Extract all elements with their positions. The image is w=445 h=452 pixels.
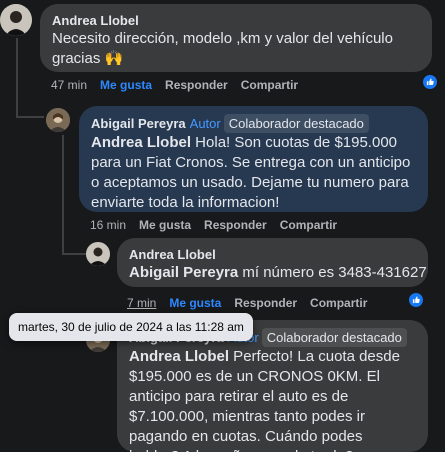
reply-button[interactable]: Responder [204, 218, 267, 232]
like-reaction-icon[interactable] [407, 291, 425, 309]
comment-author[interactable]: Abigail Pereyra [91, 116, 186, 131]
comment-actions: 47 min Me gusta Responder Compartir [51, 78, 311, 92]
comment-timestamp[interactable]: 7 min [127, 296, 156, 310]
top-contributor-badge: Colaborador destacado [261, 328, 407, 347]
thread-line-curve [16, 116, 44, 118]
author-badge: Autor [189, 116, 221, 131]
thread-line [62, 135, 64, 255]
share-button[interactable]: Compartir [280, 218, 337, 232]
comment-actions: 7 min Me gusta Responder Compartir [127, 296, 380, 310]
mention-link[interactable]: Andrea Llobel [91, 134, 191, 151]
comment-author[interactable]: Andrea Llobel [129, 246, 416, 263]
comment-text-wrap: Andrea Llobel Perfecto! La cuota desde $… [129, 347, 416, 452]
top-contributor-badge: Colaborador destacado [223, 114, 369, 133]
share-button[interactable]: Compartir [241, 78, 298, 92]
comment-bubble: Abigail PereyraAutorColaborador destacad… [79, 106, 428, 212]
comment-text: mí número es 3483-431627 [238, 264, 427, 281]
thread-line-curve [62, 253, 88, 255]
comment-text-wrap: Abigail Pereyra mí número es 3483-431627 [129, 263, 427, 283]
like-button[interactable]: Me gusta [169, 296, 221, 310]
comment-author[interactable]: Andrea Llobel [52, 12, 420, 29]
timestamp-tooltip: martes, 30 de julio de 2024 a las 11:28 … [9, 313, 253, 341]
avatar[interactable] [0, 4, 32, 36]
reply-button[interactable]: Responder [234, 296, 297, 310]
mention-link[interactable]: Andrea Llobel [129, 348, 229, 365]
comment-bubble: Andrea Llobel Abigail Pereyra mí número … [117, 238, 428, 287]
comment-bubble: Andrea Llobel Necesito dirección, modelo… [40, 4, 432, 72]
comment-timestamp[interactable]: 47 min [51, 78, 87, 92]
comment-text-wrap: Andrea Llobel Hola! Son cuotas de $195.0… [91, 133, 416, 213]
avatar[interactable] [86, 242, 110, 266]
like-reaction-icon[interactable] [421, 73, 439, 91]
like-button[interactable]: Me gusta [100, 78, 152, 92]
comment-timestamp[interactable]: 16 min [90, 218, 126, 232]
avatar[interactable] [46, 108, 70, 132]
comment-text: Necesito dirección, modelo ,km y valor d… [52, 30, 393, 67]
mention-link[interactable]: Abigail Pereyra [129, 264, 238, 281]
thread-line [16, 38, 18, 118]
like-button[interactable]: Me gusta [139, 218, 191, 232]
share-button[interactable]: Compartir [310, 296, 367, 310]
comment-author-line: Abigail PereyraAutorColaborador destacad… [91, 114, 416, 133]
comment-actions: 16 min Me gusta Responder Compartir [90, 218, 350, 232]
reply-button[interactable]: Responder [165, 78, 228, 92]
